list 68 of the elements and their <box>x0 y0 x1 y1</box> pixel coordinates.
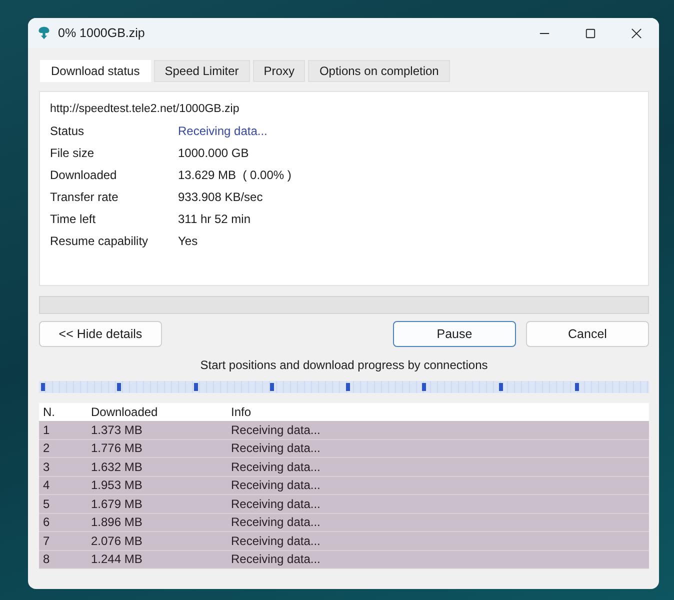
connection-marker <box>574 383 579 391</box>
table-cell-text: Receiving data... <box>231 532 322 549</box>
down-arrow-icon <box>37 26 51 40</box>
table-cell-text: Receiving data... <box>231 514 322 530</box>
hide-details-button[interactable]: << Hide details <box>39 321 162 347</box>
close-icon <box>630 28 642 38</box>
field-value: 13.629 MB ( 0.00% ) <box>178 168 292 182</box>
connection-marker <box>270 383 274 391</box>
maximize-icon <box>584 28 596 38</box>
table-cell-text: Receiving data... <box>231 440 322 456</box>
tab[interactable]: Download status <box>40 60 151 82</box>
table-cell-text: 8 <box>43 551 51 568</box>
table-cell-text: 5 <box>43 496 51 512</box>
column-header: N. <box>43 404 56 420</box>
field-label: File size <box>50 146 96 160</box>
connections-caption: Start positions and download progress by connections <box>199 357 489 374</box>
table-cell-text: 2 <box>43 440 51 456</box>
dialog-button[interactable]: Pause <box>393 321 516 347</box>
table-cell-text: Receiving data... <box>231 477 322 494</box>
field-value: 311 hr 52 min <box>178 212 252 226</box>
table-cell-text: 1.776 MB <box>91 440 144 456</box>
connection-marker <box>194 383 198 391</box>
table-row[interactable]: 2 1.776 MB Receiving data... <box>39 440 649 458</box>
download-url: http://speedtest.tele2.net/1000GB.zip <box>50 102 240 117</box>
field-label: Status <box>50 124 86 138</box>
field-value: Receiving data... <box>178 124 268 138</box>
window-title: 0% 1000GB.zip <box>58 26 145 40</box>
connection-marker <box>346 383 350 391</box>
field-label: Resume capability <box>50 234 150 248</box>
field-value: Yes <box>178 234 199 248</box>
tab[interactable]: Proxy <box>252 60 306 82</box>
table-row[interactable]: 8 1.244 MB Receiving data... <box>39 550 649 569</box>
table-row[interactable]: 4 1.953 MB Receiving data... <box>39 476 649 495</box>
field-value: 1000.000 GB <box>178 146 250 160</box>
field-label: Downloaded <box>50 168 118 182</box>
column-header: Info <box>231 404 252 420</box>
table-cell-text: 1.953 MB <box>91 477 144 494</box>
connection-marker <box>41 383 45 391</box>
table-cell-text: 1.244 MB <box>91 551 144 568</box>
table-row[interactable]: 3 1.632 MB Receiving data... <box>39 458 649 476</box>
table-cell-text: 3 <box>43 458 51 475</box>
table-row[interactable]: 7 2.076 MB Receiving data... <box>39 532 649 550</box>
table-cell-text: Receiving data... <box>231 551 322 568</box>
field-value: 933.908 KB/sec <box>178 190 264 204</box>
connection-marker <box>498 383 502 391</box>
table-cell-text: 4 <box>43 477 51 494</box>
table-cell-text: 1 <box>43 422 51 438</box>
table-cell-text: 7 <box>43 532 51 549</box>
table-row[interactable]: 6 1.896 MB Receiving data... <box>39 514 649 532</box>
table-row[interactable]: 1 1.373 MB Receiving data... <box>39 421 649 440</box>
table-row[interactable]: 5 1.679 MB Receiving data... <box>39 495 649 514</box>
table-cell-text: 1.896 MB <box>91 514 144 530</box>
field-label: Transfer rate <box>50 190 120 204</box>
tab[interactable]: Speed Limiter <box>154 60 250 82</box>
tab[interactable]: Options on completion <box>308 60 450 82</box>
field-label: Time left <box>50 212 97 226</box>
table-cell-text: 2.076 MB <box>91 532 144 549</box>
table-cell-text: 6 <box>43 514 51 530</box>
column-header: Downloaded <box>91 404 159 420</box>
dialog-button[interactable]: Cancel <box>526 321 649 347</box>
connection-marker <box>117 383 122 391</box>
table-cell-text: 1.373 MB <box>91 422 144 438</box>
table-cell-text: Receiving data... <box>231 458 322 475</box>
connection-marker <box>422 383 426 391</box>
table-cell-text: Receiving data... <box>231 496 322 512</box>
table-cell-text: 1.679 MB <box>91 496 144 512</box>
table-cell-text: Receiving data... <box>231 422 322 438</box>
table-cell-text: 1.632 MB <box>91 458 144 475</box>
